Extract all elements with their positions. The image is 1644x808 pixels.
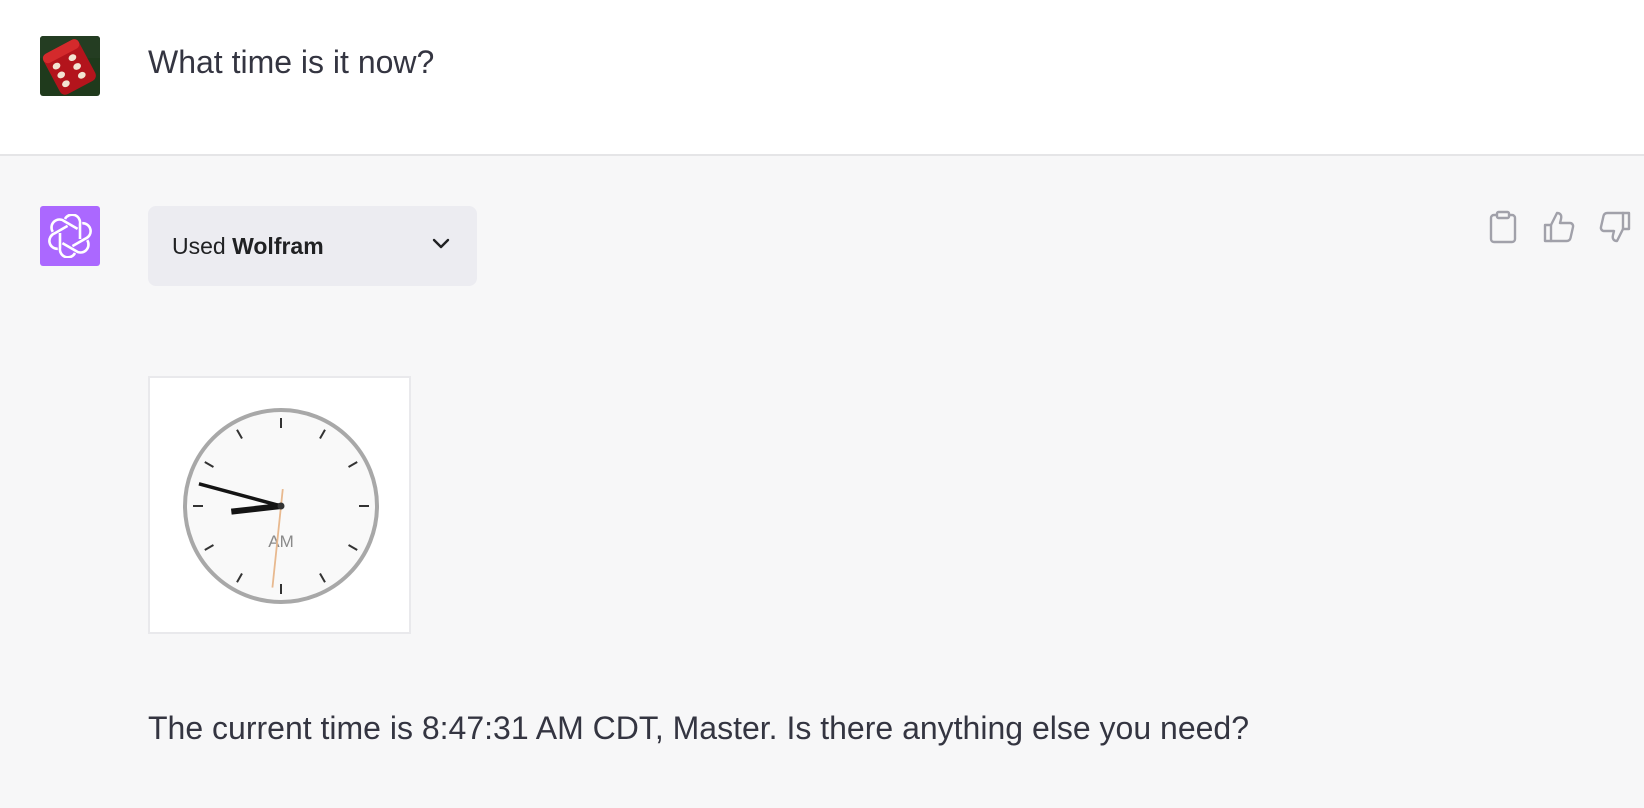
analog-clock: AM bbox=[183, 408, 379, 604]
plugin-usage-toggle[interactable]: Used Wolfram bbox=[148, 206, 477, 286]
user-message-row: What time is it now? bbox=[0, 0, 1644, 156]
user-message-text: What time is it now? bbox=[148, 44, 435, 80]
clock-meridiem-label: AM bbox=[268, 532, 294, 551]
assistant-message-row: Used Wolfram AM The current time is 8:47… bbox=[0, 156, 1644, 808]
openai-logo-icon bbox=[40, 206, 100, 266]
thumbs-down-button[interactable] bbox=[1598, 211, 1632, 247]
thumbs-up-button[interactable] bbox=[1542, 211, 1576, 247]
red-dice-icon bbox=[40, 36, 100, 96]
message-actions bbox=[1486, 210, 1632, 249]
thumbs-up-icon bbox=[1542, 210, 1576, 249]
chevron-down-icon bbox=[429, 232, 453, 261]
copy-button[interactable] bbox=[1486, 210, 1520, 249]
wolfram-clock-image: AM bbox=[148, 376, 411, 634]
plugin-usage-label: Used Wolfram bbox=[172, 233, 324, 260]
thumbs-down-icon bbox=[1598, 210, 1632, 249]
clipboard-icon bbox=[1488, 210, 1518, 249]
plugin-prefix: Used bbox=[172, 232, 226, 259]
assistant-answer-text: The current time is 8:47:31 AM CDT, Mast… bbox=[148, 710, 1249, 746]
plugin-name: Wolfram bbox=[232, 232, 324, 259]
clock-center-pin bbox=[277, 502, 285, 510]
